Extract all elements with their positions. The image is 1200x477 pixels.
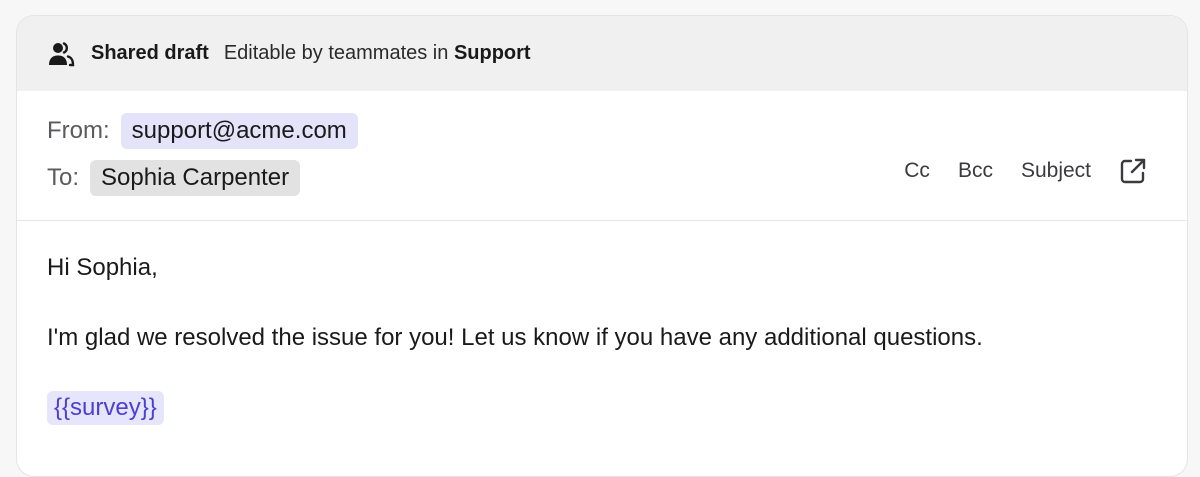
banner-description: Editable by teammates in Support [223, 42, 531, 64]
to-row: To: Sophia Carpenter [47, 160, 301, 196]
survey-variable-token[interactable]: {{survey}} [47, 391, 164, 425]
message-text: I'm glad we resolved the issue for you! … [47, 324, 983, 351]
popout-icon[interactable] [1119, 157, 1147, 185]
people-icon [47, 40, 75, 68]
from-address-chip[interactable]: support@acme.com [120, 113, 358, 149]
message-body[interactable]: Hi Sophia, I'm glad we resolved the issu… [17, 221, 1187, 455]
banner-title: Shared draft [91, 42, 209, 64]
shared-draft-banner: Shared draft Editable by teammates in Su… [17, 16, 1187, 91]
email-composer: Shared draft Editable by teammates in Su… [16, 15, 1188, 477]
header-actions: Cc Bcc Subject [876, 91, 1147, 251]
bcc-button[interactable]: Bcc [958, 159, 993, 183]
subject-button[interactable]: Subject [1021, 159, 1091, 183]
greeting-text: Hi Sophia, [47, 254, 158, 281]
to-label: To: [47, 164, 80, 191]
recipients-header: From: support@acme.com To: Sophia Carpen… [17, 91, 1187, 221]
from-label: From: [47, 117, 110, 144]
from-row: From: support@acme.com [47, 113, 358, 149]
cc-button[interactable]: Cc [904, 159, 930, 183]
team-name: Support [453, 42, 531, 64]
to-recipient-chip[interactable]: Sophia Carpenter [90, 160, 301, 196]
